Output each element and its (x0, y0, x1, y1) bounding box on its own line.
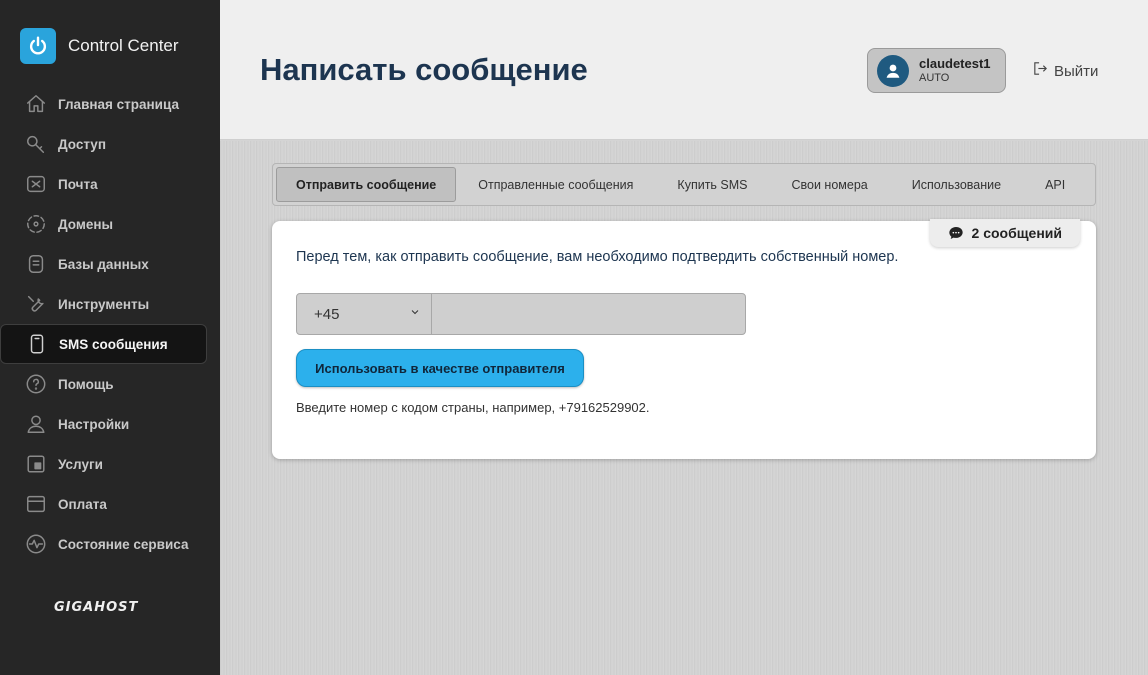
activity-icon (24, 532, 48, 556)
brand[interactable]: Control Center (20, 28, 179, 64)
sidebar-item-sms[interactable]: SMS сообщения (0, 324, 207, 364)
footer-logo: GIGAHOST (54, 600, 139, 615)
phone-format-hint: Введите номер с кодом страны, например, … (296, 400, 650, 415)
sidebar-item-home[interactable]: Главная страница (0, 84, 220, 124)
help-icon (24, 372, 48, 396)
sidebar-item-access[interactable]: Доступ (0, 124, 220, 164)
mail-icon (24, 172, 48, 196)
sidebar-item-label: Состояние сервиса (58, 536, 189, 552)
user-icon (24, 412, 48, 436)
app-title: Control Center (68, 36, 179, 55)
user-name: claudetest1 (919, 55, 991, 71)
sidebar-item-label: SMS сообщения (59, 336, 168, 352)
sidebar-item-label: Настройки (58, 416, 130, 432)
chevron-down-icon (409, 305, 421, 323)
sidebar-item-domains[interactable]: Домены (0, 204, 220, 244)
sidebar-item-status[interactable]: Состояние сервиса (0, 524, 220, 564)
sidebar-item-databases[interactable]: Базы данных (0, 244, 220, 284)
tab-send-message[interactable]: Отправить сообщение (276, 167, 457, 202)
country-code-value: +45 (314, 305, 340, 323)
page-title: Написать сообщение (260, 52, 588, 87)
sidebar-item-services[interactable]: Услуги (0, 444, 220, 484)
sidebar-item-label: Помощь (58, 376, 114, 392)
phone-icon (25, 332, 49, 356)
card-icon (24, 492, 48, 516)
key-icon (24, 132, 48, 156)
sidebar-item-label: Главная страница (58, 96, 179, 112)
country-code-select[interactable]: +45 (297, 294, 432, 334)
home-icon (24, 92, 48, 116)
verify-number-notice: Перед тем, как отправить сообщение, вам … (296, 249, 899, 265)
phone-number-group: +45 (296, 293, 746, 335)
power-icon (20, 28, 56, 64)
wrench-icon (24, 292, 48, 316)
sidebar-item-settings[interactable]: Настройки (0, 404, 220, 444)
services-icon (24, 452, 48, 476)
user-role: AUTO (919, 71, 950, 84)
sidebar-item-label: Базы данных (58, 256, 149, 272)
tab-own-numbers[interactable]: Свои номера (770, 167, 890, 202)
logout-icon (1032, 60, 1049, 82)
avatar (877, 54, 909, 87)
chat-bubble-icon (948, 227, 963, 239)
sidebar-item-mail[interactable]: Почта (0, 164, 220, 204)
sidebar-item-label: Домены (58, 216, 114, 232)
tab-api[interactable]: API (1023, 167, 1087, 202)
main-content: Отправить сообщение Отправленные сообщен… (220, 141, 1148, 675)
user-icon (886, 64, 900, 78)
sidebar-item-help[interactable]: Помощь (0, 364, 220, 404)
message-count: 2 сообщений (971, 225, 1062, 241)
sidebar-item-billing[interactable]: Оплата (0, 484, 220, 524)
sidebar-item-label: Оплата (58, 496, 107, 512)
message-count-badge: 2 сообщений (929, 219, 1080, 247)
sidebar-item-tools[interactable]: Инструменты (0, 284, 220, 324)
send-message-card: 2 сообщений Перед тем, как отправить соо… (272, 219, 1096, 459)
sidebar-item-label: Доступ (58, 136, 106, 152)
user-info: claudetest1 AUTO (919, 55, 991, 85)
sidebar-item-label: Услуги (58, 456, 103, 472)
sidebar: Control Center Главная страница Доступ П… (0, 0, 220, 675)
use-as-sender-button[interactable]: Использовать в качестве отправителя (296, 349, 584, 387)
header: Написать сообщение claudetest1 AUTO Выйт… (220, 0, 1148, 140)
globe-icon (24, 212, 48, 236)
database-icon (24, 252, 48, 276)
phone-number-input[interactable] (432, 294, 745, 334)
user-menu[interactable]: claudetest1 AUTO (867, 48, 1006, 93)
tab-sent-messages[interactable]: Отправленные сообщения (456, 167, 655, 202)
sidebar-item-label: Инструменты (58, 296, 150, 312)
logout-label: Выйти (1054, 62, 1099, 80)
tab-usage[interactable]: Использование (890, 167, 1023, 202)
tab-buy-sms[interactable]: Купить SMS (655, 167, 769, 202)
sidebar-item-label: Почта (58, 176, 98, 192)
sidebar-nav: Главная страница Доступ Почта Домены Баз… (0, 84, 220, 564)
logout-button[interactable]: Выйти (1032, 60, 1098, 82)
tab-bar: Отправить сообщение Отправленные сообщен… (272, 163, 1096, 206)
